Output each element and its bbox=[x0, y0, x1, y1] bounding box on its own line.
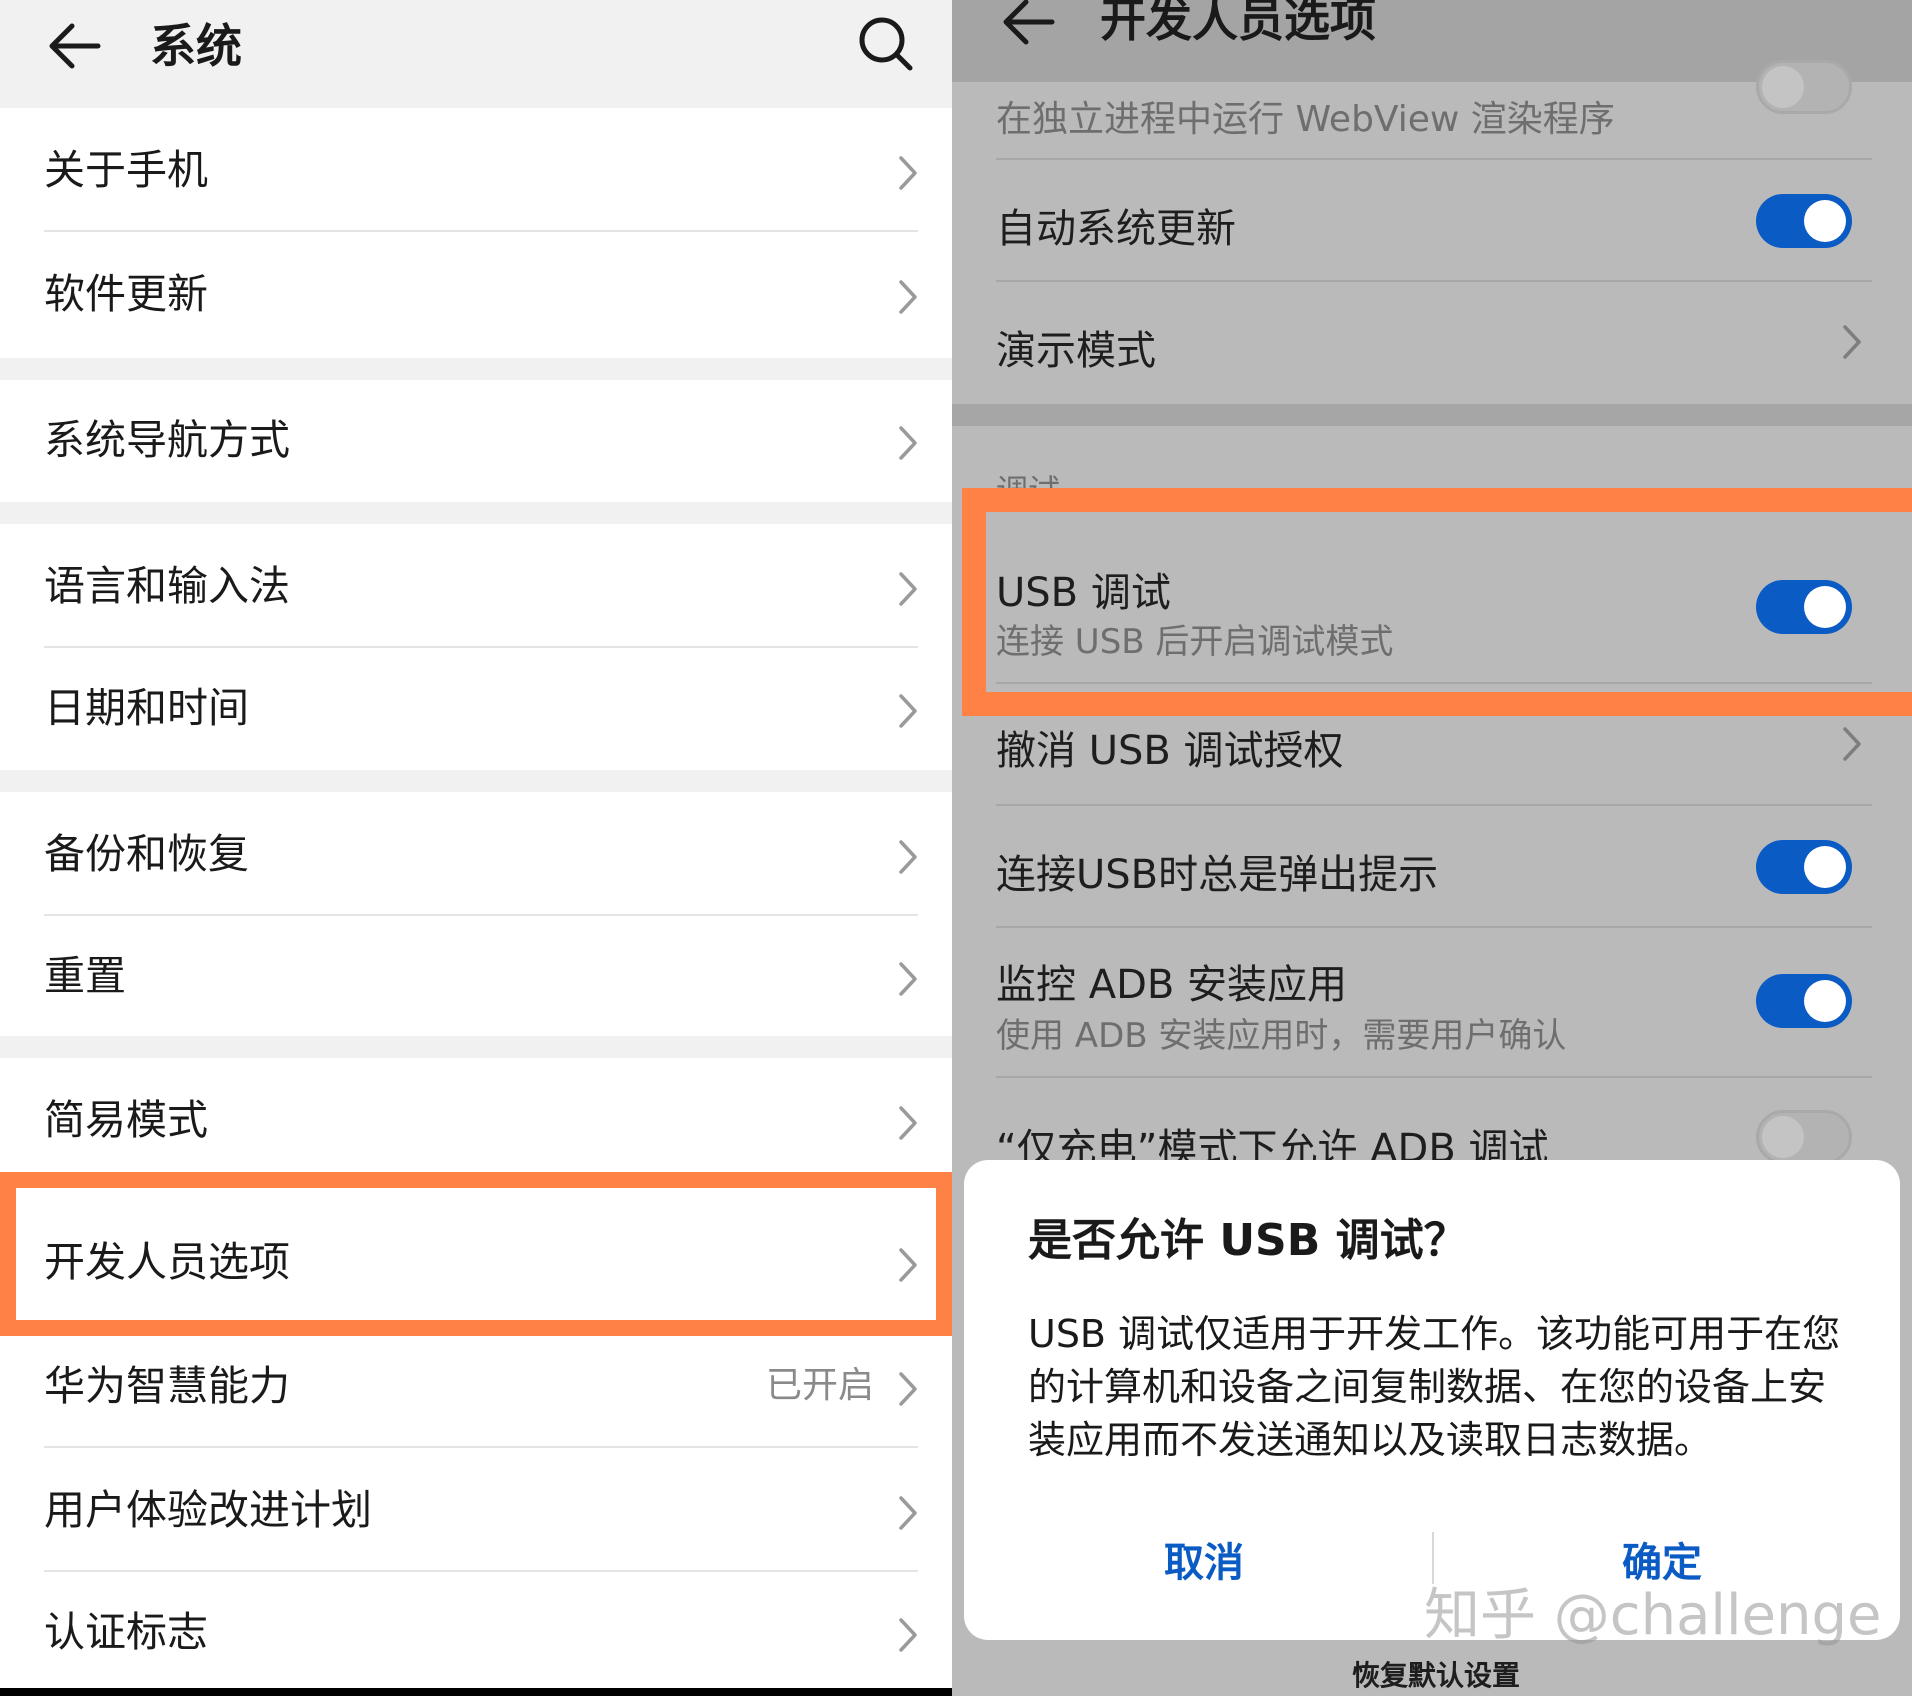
dialog-message: USB 调试仅适用于开发工作。该功能可用于在您的计算机和设备之间复制数据、在您的… bbox=[1028, 1312, 1841, 1462]
page-title: 开发人员选项 bbox=[1100, 0, 1376, 47]
settings-item-label: 用户体验改进计划 bbox=[44, 1486, 372, 1534]
settings-item-label: 备份和恢复 bbox=[44, 830, 249, 878]
chevron-right-icon bbox=[1843, 727, 1861, 761]
setting-adb-monitor[interactable]: 监控 ADB 安装应用 使用 ADB 安装应用时，需要用户确认 bbox=[952, 928, 1912, 1078]
settings-item-user-experience[interactable]: 用户体验改进计划 bbox=[0, 1448, 952, 1572]
chevron-right-icon bbox=[899, 1372, 917, 1406]
chevron-right-icon bbox=[899, 962, 917, 996]
setting-label: 演示模式 bbox=[996, 328, 1156, 374]
toggle-knob bbox=[1762, 1116, 1804, 1158]
chevron-right-icon bbox=[899, 694, 917, 728]
toggle-knob bbox=[1762, 66, 1804, 108]
settings-item-software-update[interactable]: 软件更新 bbox=[0, 232, 952, 356]
adb-monitor-toggle[interactable] bbox=[1756, 974, 1852, 1028]
system-settings-panel: 系统 关于手机 软件更新 系统导航方式 语言和输入法 日期和时间 备份和恢复 重… bbox=[0, 0, 952, 1688]
page-title: 系统 bbox=[150, 19, 242, 73]
toggle-knob bbox=[1804, 846, 1846, 888]
highlight-box bbox=[0, 1172, 952, 1336]
setting-label: 监控 ADB 安装应用 bbox=[996, 962, 1348, 1008]
settings-item-label: 系统导航方式 bbox=[44, 416, 290, 464]
settings-item-label: 重置 bbox=[44, 952, 126, 1000]
setting-description: 使用 ADB 安装应用时，需要用户确认 bbox=[996, 1016, 1567, 1056]
auto-update-toggle[interactable] bbox=[1756, 194, 1852, 248]
reset-defaults-button[interactable]: 恢复默认设置 bbox=[1352, 1654, 1520, 1694]
chevron-right-icon bbox=[899, 840, 917, 874]
setting-webview[interactable]: 在独立进程中运行 WebView 渲染程序 bbox=[952, 60, 1912, 160]
back-arrow-icon[interactable] bbox=[1000, 0, 1056, 46]
settings-item-certification[interactable]: 认证标志 bbox=[0, 1570, 952, 1688]
charge-only-toggle[interactable] bbox=[1756, 1110, 1852, 1164]
setting-auto-update[interactable]: 自动系统更新 bbox=[952, 160, 1912, 282]
settings-item-label: 日期和时间 bbox=[44, 684, 249, 732]
settings-item-date-time[interactable]: 日期和时间 bbox=[0, 646, 952, 770]
setting-label: 在独立进程中运行 WebView 渲染程序 bbox=[996, 99, 1615, 140]
back-arrow-icon[interactable] bbox=[46, 22, 102, 70]
usb-prompt-toggle[interactable] bbox=[1756, 840, 1852, 894]
settings-item-label: 认证标志 bbox=[44, 1608, 208, 1656]
chevron-right-icon bbox=[899, 426, 917, 460]
chevron-right-icon bbox=[899, 280, 917, 314]
highlight-box bbox=[962, 488, 1912, 716]
settings-item-language[interactable]: 语言和输入法 bbox=[0, 524, 952, 648]
toggle-knob bbox=[1804, 980, 1846, 1022]
chevron-right-icon bbox=[899, 1618, 917, 1652]
search-icon[interactable] bbox=[856, 14, 916, 74]
setting-usb-prompt[interactable]: 连接USB时总是弹出提示 bbox=[952, 806, 1912, 928]
chevron-right-icon bbox=[899, 1106, 917, 1140]
chevron-right-icon bbox=[899, 156, 917, 190]
settings-item-label: 语言和输入法 bbox=[44, 562, 290, 610]
chevron-right-icon bbox=[1843, 325, 1861, 359]
settings-group: 简易模式 开发人员选项 华为智慧能力 已开启 用户体验改进计划 认证标志 bbox=[0, 1058, 952, 1688]
settings-item-navigation[interactable]: 系统导航方式 bbox=[0, 378, 952, 502]
section-gap bbox=[952, 404, 1912, 426]
status-value: 已开启 bbox=[765, 1365, 874, 1406]
settings-item-reset[interactable]: 重置 bbox=[0, 914, 952, 1038]
system-header: 系统 bbox=[0, 0, 952, 108]
settings-group: 备份和恢复 重置 bbox=[0, 792, 952, 1036]
webview-toggle[interactable] bbox=[1756, 60, 1852, 114]
watermark: 知乎 @challenge bbox=[1424, 1583, 1882, 1648]
settings-item-backup[interactable]: 备份和恢复 bbox=[0, 792, 952, 916]
cancel-button[interactable]: 取消 bbox=[1164, 1530, 1244, 1588]
settings-item-label: 软件更新 bbox=[44, 270, 208, 318]
dialog-title: 是否允许 USB 调试？ bbox=[1028, 1215, 1468, 1266]
settings-item-label: 简易模式 bbox=[44, 1096, 208, 1144]
chevron-right-icon bbox=[899, 1496, 917, 1530]
setting-demo-mode[interactable]: 演示模式 bbox=[952, 282, 1912, 404]
settings-group: 关于手机 软件更新 bbox=[0, 108, 952, 358]
settings-item-label: 关于手机 bbox=[44, 146, 208, 194]
toggle-knob bbox=[1804, 200, 1846, 242]
settings-item-huawei-intelligence[interactable]: 华为智慧能力 已开启 bbox=[0, 1324, 952, 1448]
settings-item-simple-mode[interactable]: 简易模式 bbox=[0, 1058, 952, 1182]
usb-debugging-dialog: 是否允许 USB 调试？ USB 调试仅适用于开发工作。该功能可用于在您的计算机… bbox=[964, 1160, 1900, 1640]
settings-item-label: 华为智慧能力 bbox=[44, 1362, 290, 1410]
settings-item-about-phone[interactable]: 关于手机 bbox=[0, 108, 952, 232]
setting-label: 撤消 USB 调试授权 bbox=[996, 728, 1344, 774]
setting-label: 自动系统更新 bbox=[996, 206, 1236, 252]
settings-group: 语言和输入法 日期和时间 bbox=[0, 524, 952, 770]
settings-group: 系统导航方式 bbox=[0, 380, 952, 502]
setting-label: 连接USB时总是弹出提示 bbox=[996, 852, 1439, 898]
chevron-right-icon bbox=[899, 572, 917, 606]
